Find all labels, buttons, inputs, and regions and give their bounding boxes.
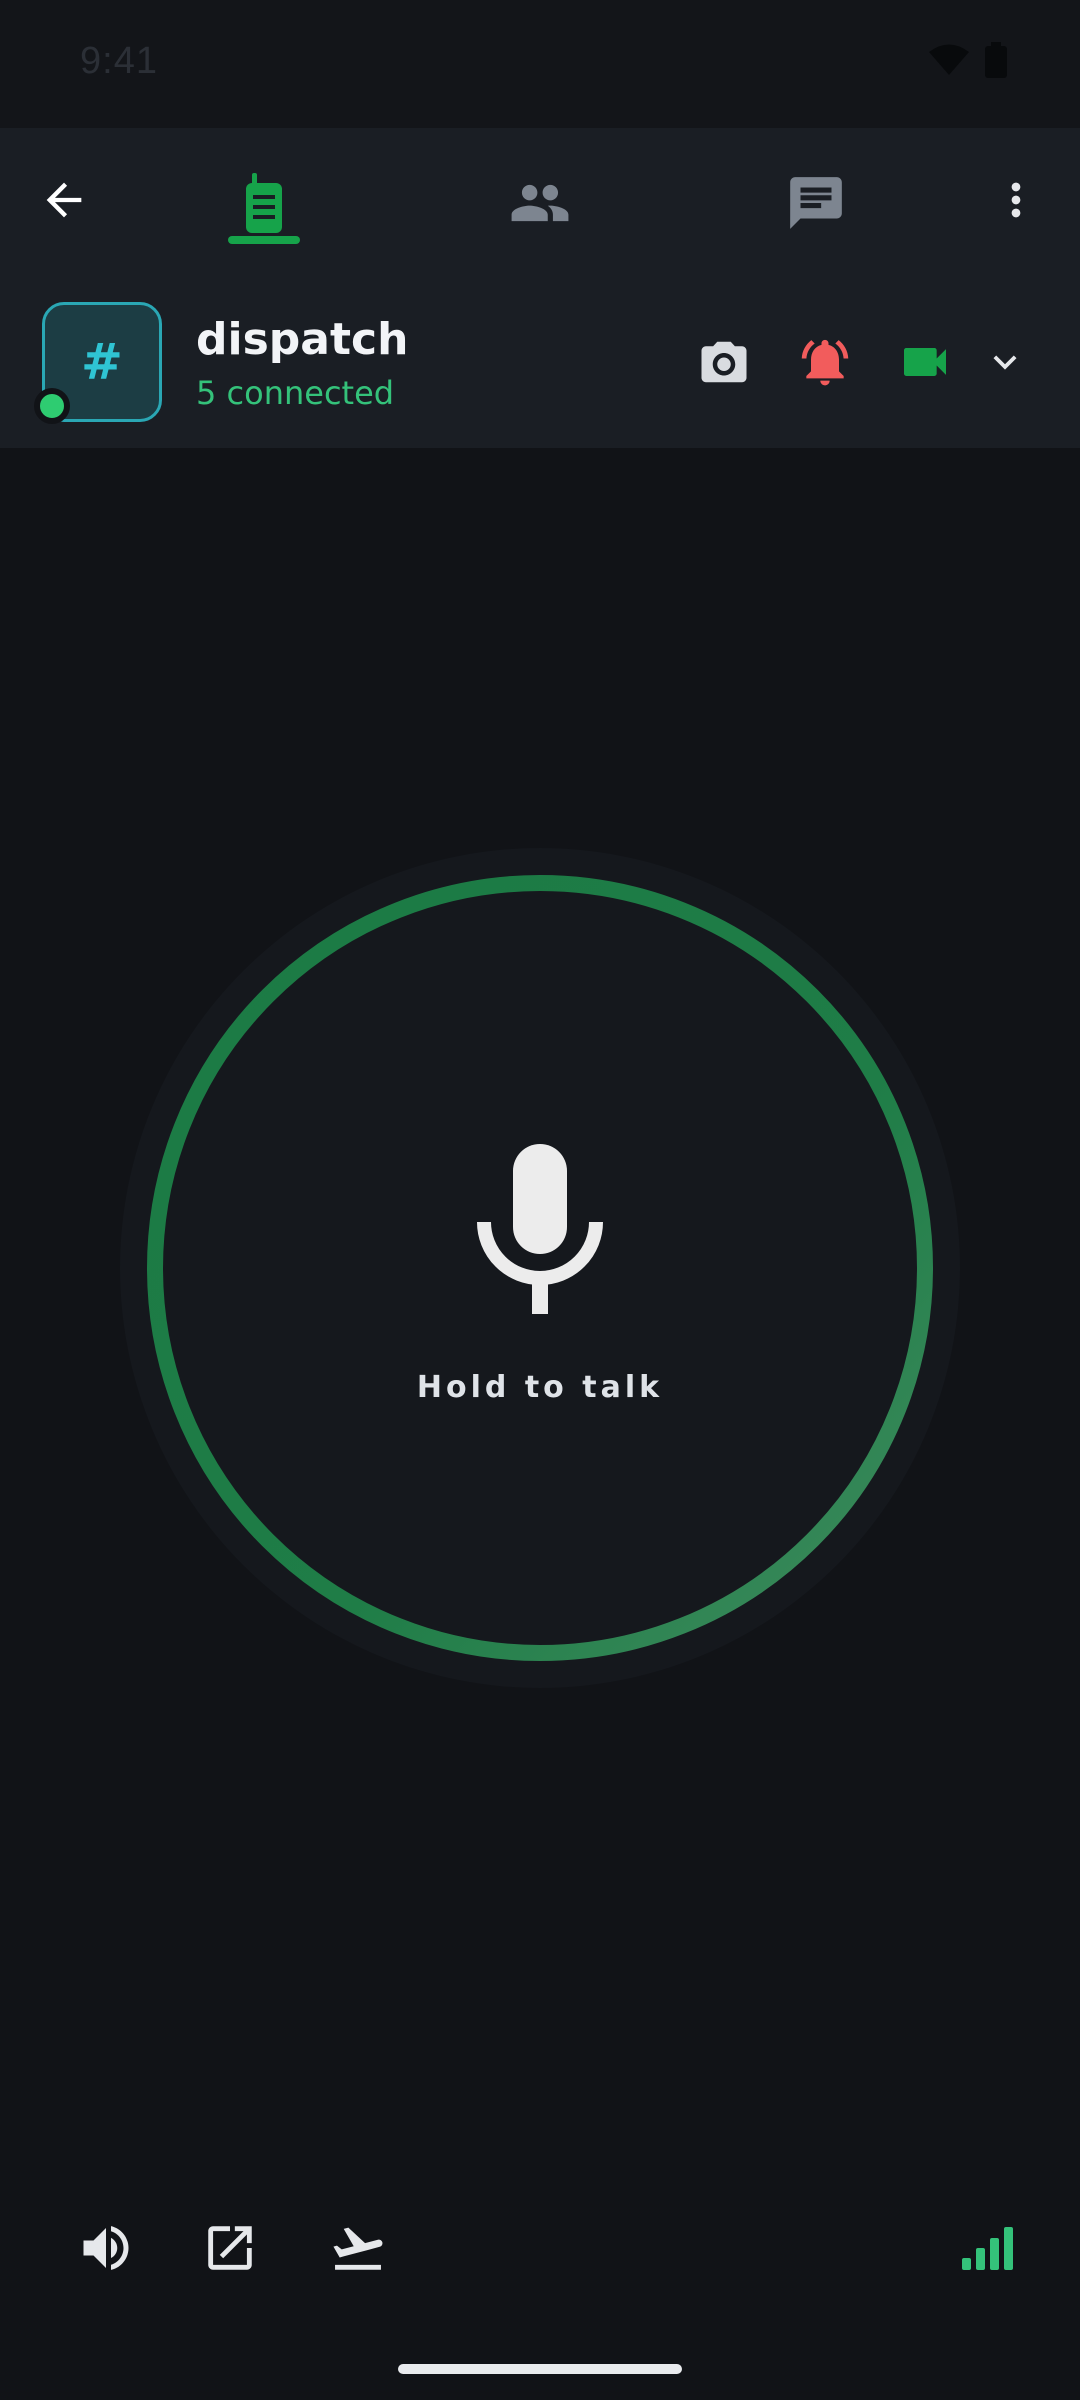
microphone-icon (477, 1144, 603, 1314)
airplane-mode-button[interactable] (326, 2216, 390, 2280)
ptt-label: Hold to talk (416, 1370, 664, 1405)
speaker-icon (83, 2226, 129, 2270)
signal-strength-icon (962, 2227, 1013, 2270)
speaker-button[interactable] (74, 2216, 138, 2280)
signal-status (956, 2216, 1020, 2280)
home-indicator[interactable] (398, 2364, 682, 2374)
airplane-departure-icon (333, 2227, 383, 2270)
open-external-icon (208, 2226, 252, 2270)
screen: 9:41 # dispatch 5 connected Hold to talk (0, 0, 1080, 2400)
open-external-button[interactable] (198, 2216, 262, 2280)
